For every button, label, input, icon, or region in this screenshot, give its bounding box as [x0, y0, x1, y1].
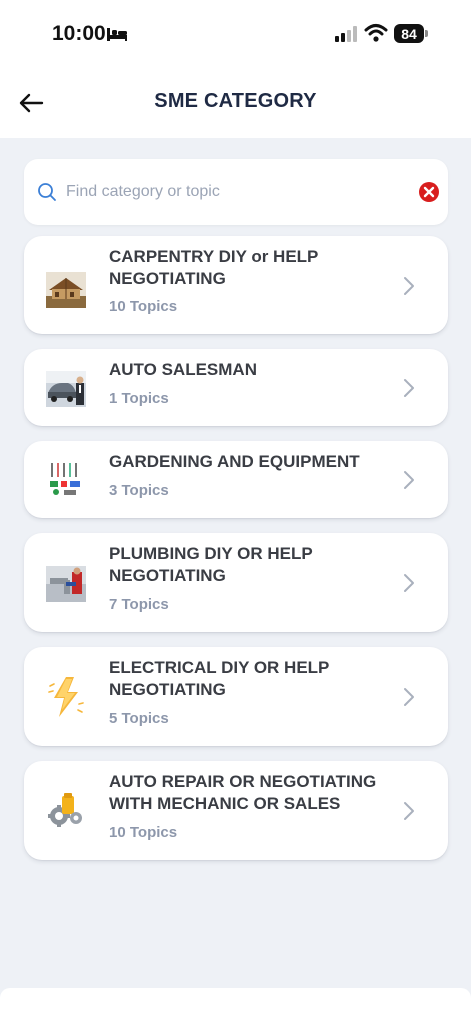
chevron-right-icon: [404, 802, 414, 820]
signal-icon: [335, 26, 357, 42]
category-title: CARPENTRY DIY or HELP NEGOTIATING: [109, 247, 319, 288]
category-card-auto-salesman[interactable]: AUTO SALESMAN 1 Topics: [24, 349, 448, 426]
category-topics: 10 Topics: [109, 298, 178, 315]
mechanic-icon: [48, 793, 82, 827]
bed-icon: [107, 28, 127, 41]
search-icon: [38, 183, 56, 201]
category-topics: 1 Topics: [109, 390, 169, 407]
status-time: 10:00: [52, 22, 106, 45]
category-card-plumbing[interactable]: PLUMBING DIY OR HELP NEGOTIATING 7 Topic…: [24, 533, 448, 632]
category-title: AUTO SALESMAN: [109, 360, 257, 379]
category-title: PLUMBING DIY OR HELP NEGOTIATING: [109, 544, 313, 585]
category-card-carpentry[interactable]: CARPENTRY DIY or HELP NEGOTIATING 10 Top…: [24, 236, 448, 334]
chevron-right-icon: [404, 574, 414, 592]
search-input[interactable]: [66, 177, 396, 207]
lightning-icon: [48, 677, 84, 717]
chevron-right-icon: [404, 688, 414, 706]
status-bar: 10:00 84: [0, 0, 471, 66]
plumbing-icon: [46, 566, 86, 602]
category-topics: 7 Topics: [109, 596, 169, 613]
chevron-right-icon: [404, 379, 414, 397]
chevron-right-icon: [404, 277, 414, 295]
category-card-electrical[interactable]: ELECTRICAL DIY OR HELP NEGOTIATING 5 Top…: [24, 647, 448, 746]
bottom-bar: [0, 988, 471, 1024]
category-topics: 10 Topics: [109, 824, 178, 841]
category-title: ELECTRICAL DIY OR HELP NEGOTIATING: [109, 658, 330, 699]
category-card-gardening[interactable]: GARDENING AND EQUIPMENT 3 Topics: [24, 441, 448, 518]
category-card-auto-repair[interactable]: AUTO REPAIR OR NEGOTIATING WITH MECHANIC…: [24, 761, 448, 860]
wifi-icon: [364, 24, 388, 42]
garden-tools-icon: [46, 461, 86, 497]
clear-search-icon[interactable]: [418, 181, 440, 203]
battery-level: 84: [394, 24, 424, 43]
battery-tip: [425, 30, 428, 37]
category-topics: 5 Topics: [109, 710, 169, 727]
chevron-right-icon: [404, 471, 414, 489]
car-salesman-icon: [46, 371, 86, 407]
page-title: SME CATEGORY: [154, 90, 317, 112]
search-box: [24, 159, 448, 225]
header: SME CATEGORY: [0, 66, 471, 138]
house-construction-icon: [46, 272, 86, 308]
battery-indicator: 84: [394, 24, 428, 43]
category-topics: 3 Topics: [109, 482, 169, 499]
category-title: GARDENING AND EQUIPMENT: [109, 452, 360, 471]
category-title: AUTO REPAIR OR NEGOTIATING WITH MECHANIC…: [109, 772, 377, 813]
